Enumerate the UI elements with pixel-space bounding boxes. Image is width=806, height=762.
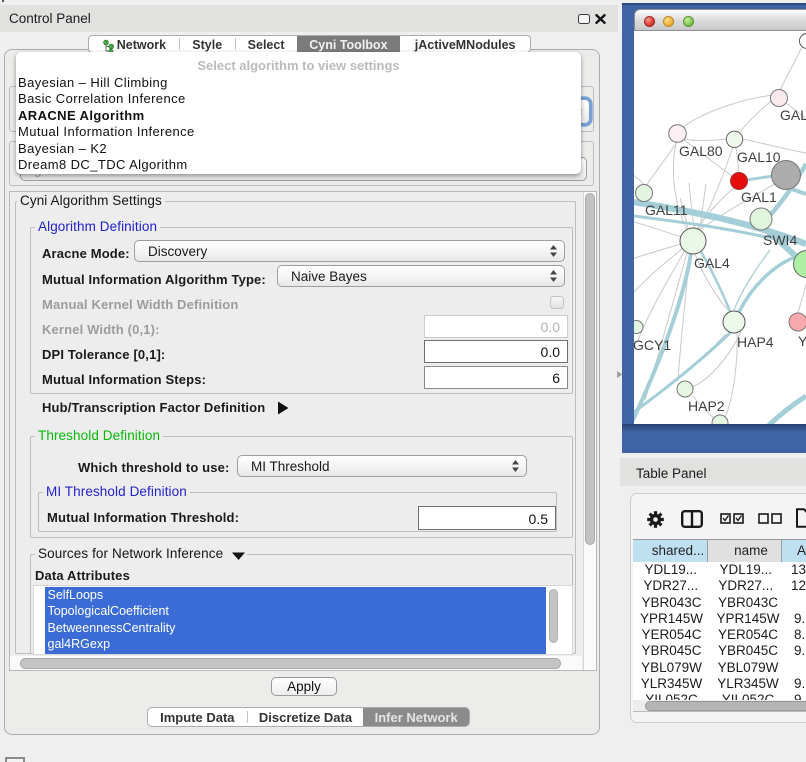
svg-text:GAL11: GAL11: [645, 202, 688, 218]
svg-text:HAP4: HAP4: [737, 334, 774, 350]
svg-text:GAL7: GAL7: [780, 107, 806, 123]
svg-text:HAP2: HAP2: [688, 398, 725, 414]
svg-text:GAL80: GAL80: [679, 143, 723, 159]
svg-text:GAL10: GAL10: [737, 149, 781, 165]
svg-text:SWI4: SWI4: [763, 232, 797, 248]
svg-text:GAL4: GAL4: [694, 255, 730, 271]
svg-text:Y: Y: [798, 333, 806, 349]
svg-text:GCY1: GCY1: [634, 337, 671, 353]
svg-text:GAL1: GAL1: [741, 189, 777, 205]
